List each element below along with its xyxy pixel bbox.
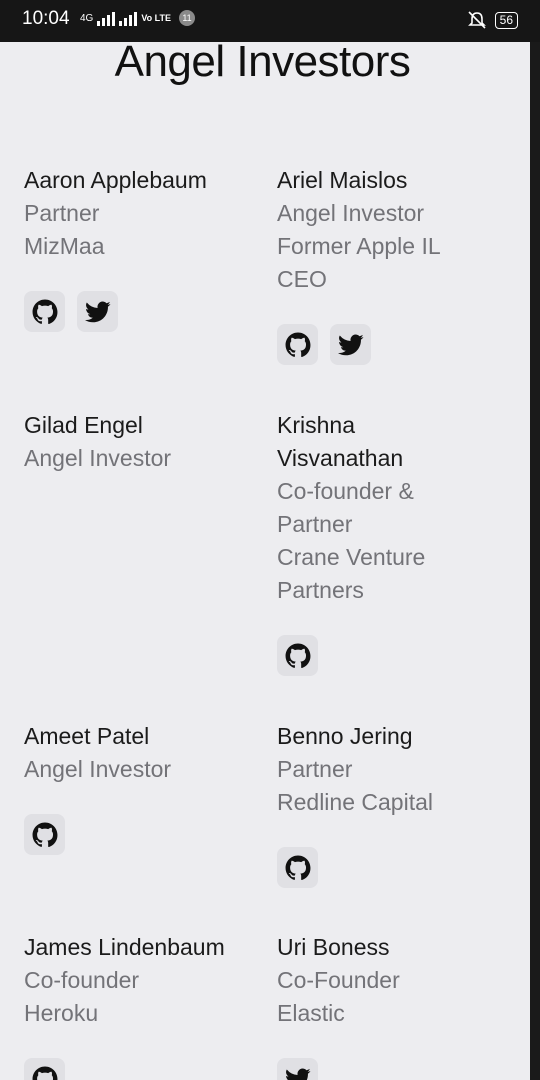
twitter-icon [285, 1066, 311, 1080]
investor-links [277, 635, 514, 676]
investor-card: Gilad Engel Angel Investor [24, 409, 277, 720]
github-link-button[interactable] [24, 1058, 65, 1080]
investor-grid: Aaron Applebaum Partner MizMaa Ariel Maislo… [24, 164, 514, 1080]
investor-detail: Angel Investor [24, 756, 172, 782]
github-icon [32, 299, 58, 325]
volte-icon: Vo LTE [141, 12, 172, 23]
github-icon [285, 643, 311, 669]
investor-detail: Angel Investor [277, 200, 425, 226]
investors-page: Angel Investors Aaron Applebaum Partner Mi… [0, 42, 530, 1080]
investor-links [277, 847, 514, 888]
investor-detail: MizMaa [24, 233, 105, 259]
investor-detail: Former Apple IL [277, 233, 441, 259]
twitter-icon [337, 332, 364, 358]
notification-badge: 11 [179, 10, 196, 26]
investor-name: Krishna Visvanathan [277, 412, 404, 471]
twitter-icon [84, 299, 111, 325]
investor-name: Uri Boness [277, 934, 390, 960]
investor-detail: Heroku [24, 1000, 99, 1026]
investor-detail: CEO [277, 266, 327, 292]
investor-detail: Co-Founder [277, 967, 400, 993]
investor-name: Ameet Patel [24, 723, 150, 749]
investor-name: Gilad Engel [24, 412, 143, 438]
investor-detail: Partner [277, 756, 353, 782]
signal-icon-2 [119, 10, 138, 26]
signal-icon [97, 10, 116, 26]
github-icon [32, 822, 58, 848]
github-link-button[interactable] [24, 291, 65, 332]
investor-card: Uri Boness Co-Founder Elastic [277, 931, 514, 1080]
investor-links [277, 324, 514, 365]
status-icons: 4G Vo LTE 11 [80, 10, 196, 26]
page-title: Angel Investors [114, 42, 411, 86]
investor-name: Benno Jering [277, 723, 413, 749]
battery-icon: 56 [494, 11, 518, 29]
twitter-link-button[interactable] [77, 291, 118, 332]
status-right: 56 [467, 11, 518, 29]
investor-detail: Co-founder & [277, 478, 414, 504]
investor-detail: Angel Investor [24, 445, 172, 471]
investor-links [24, 814, 277, 855]
github-link-button[interactable] [24, 814, 65, 855]
investor-detail: Crane Venture [277, 544, 426, 570]
network-type: 4G [80, 12, 94, 24]
investor-detail: Partner [24, 200, 100, 226]
investor-card: Aaron Applebaum Partner MizMaa [24, 164, 277, 409]
investor-card: Ameet Patel Angel Investor [24, 720, 277, 931]
investor-detail: Redline Capital [277, 789, 433, 815]
investor-name: James Lindenbaum [24, 934, 225, 960]
status-bar: 10:04 4G Vo LTE 11 56 [0, 0, 540, 42]
investor-detail: Co-founder [24, 967, 140, 993]
investor-detail: Partners [277, 577, 364, 603]
investor-links [24, 291, 277, 332]
investor-card: James Lindenbaum Co-founder Heroku [24, 931, 277, 1080]
github-link-button[interactable] [277, 324, 318, 365]
github-icon [32, 1066, 58, 1080]
github-link-button[interactable] [277, 635, 318, 676]
investor-card: Ariel Maislos Angel Investor Former Apple … [277, 164, 514, 409]
investor-links [277, 1058, 514, 1080]
github-icon [285, 855, 311, 881]
mute-icon [467, 11, 486, 29]
investor-card: Krishna Visvanathan Co-founder & Partner Cr… [277, 409, 514, 720]
investor-card: Benno Jering Partner Redline Capital [277, 720, 514, 931]
investor-detail: Partner [277, 511, 353, 537]
github-link-button[interactable] [277, 847, 318, 888]
twitter-link-button[interactable] [277, 1058, 318, 1080]
investor-name: Ariel Maislos [277, 167, 408, 193]
investor-links [24, 1058, 277, 1080]
twitter-link-button[interactable] [330, 324, 371, 365]
investor-detail: Elastic [277, 1000, 345, 1026]
github-icon [285, 332, 311, 358]
scrollbar[interactable] [530, 42, 540, 1080]
status-time: 10:04 [22, 8, 70, 29]
investor-name: Aaron Applebaum [24, 167, 207, 193]
